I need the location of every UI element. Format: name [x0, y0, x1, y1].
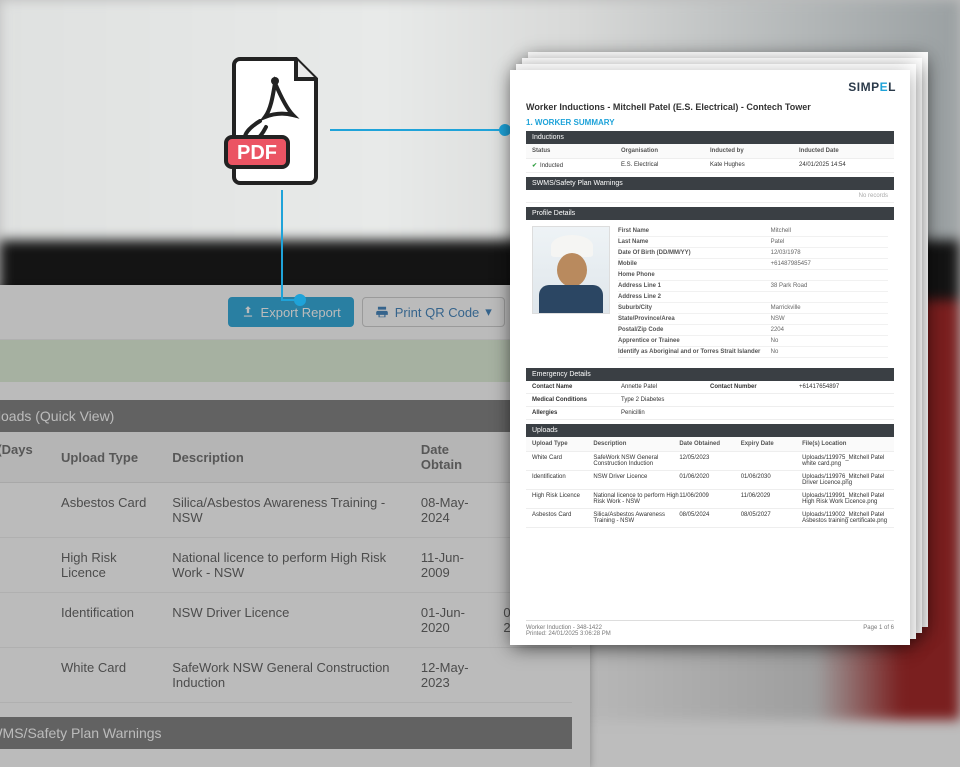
- swms-panel-header: SWMS/Safety Plan Warnings: [0, 717, 572, 749]
- inductions-header: StatusOrganisationInducted byInducted Da…: [526, 144, 894, 159]
- emergency-bar: Emergency Details: [526, 368, 894, 381]
- inductions-row: ✔Inducted E.S. ElectricalKate Hughes24/0…: [526, 159, 894, 173]
- export-icon: [241, 305, 255, 319]
- simpel-logo: SIMPEL: [848, 80, 896, 94]
- profile-list: First NameMitchell Last NamePatel Date O…: [618, 226, 888, 358]
- swms-panel-title: SWMS/Safety Plan Warnings: [0, 725, 162, 741]
- report-page: SIMPEL Worker Inductions - Mitchell Pate…: [510, 70, 910, 645]
- table-row[interactable]: 1954IdentificationNSW Driver Licence01-J…: [0, 593, 572, 648]
- uploads-panel-header: Uploads (Quick View): [0, 400, 572, 432]
- table-row[interactable]: White CardSafeWork NSW General Construct…: [0, 648, 572, 703]
- inductions-bar: Inductions: [526, 131, 894, 144]
- col-desc: Description: [164, 432, 413, 483]
- uploads-row: High Risk LicenceNational licence to per…: [526, 490, 894, 509]
- section-worker-summary: 1. WORKER SUMMARY: [526, 118, 894, 127]
- report-preview-stack: SIMPEL Worker Inductions - Mitchell Pate…: [510, 70, 910, 645]
- uploads-table: Status (Days Due) Upload Type Descriptio…: [0, 432, 572, 703]
- emergency-row: Medical ConditionsType 2 Diabetes: [526, 394, 894, 407]
- uploads-header: Upload TypeDescriptionDate ObtainedExpir…: [526, 437, 894, 452]
- swms-bar: SWMS/Safety Plan Warnings: [526, 177, 894, 190]
- uploads-row: IdentificationNSW Driver Licence01/06/20…: [526, 471, 894, 490]
- report-footer: Worker Induction - 348-1422 Printed: 24/…: [526, 620, 894, 637]
- uploads-row: Asbestos CardSilica/Asbestos Awareness T…: [526, 509, 894, 528]
- col-status: Status (Days Due): [0, 432, 53, 483]
- emergency-row: AllergiesPenicillin: [526, 407, 894, 420]
- swms-empty: No records: [526, 190, 894, 203]
- table-row[interactable]: 1599High Risk LicenceNational licence to…: [0, 538, 572, 593]
- uploads-panel-title: Uploads (Quick View): [0, 408, 114, 424]
- emergency-row: Contact NameAnnette PatelContact Number+…: [526, 381, 894, 394]
- connector-lines: [270, 120, 530, 320]
- check-icon: ✔: [532, 163, 537, 169]
- table-row[interactable]: 834Asbestos CardSilica/Asbestos Awarenes…: [0, 483, 572, 538]
- profile-bar: Profile Details: [526, 207, 894, 220]
- worker-photo: [532, 226, 610, 314]
- app-window: Export Report Print QR Code ▾ Sc by Andy…: [0, 285, 590, 767]
- uploads-row: White CardSafeWork NSW General Construct…: [526, 452, 894, 471]
- report-title: Worker Inductions - Mitchell Patel (E.S.…: [526, 102, 894, 112]
- uploads-bar: Uploads: [526, 424, 894, 437]
- col-date: Date Obtain: [413, 432, 496, 483]
- uploads-panel: Uploads (Quick View) Status (Days Due) U…: [0, 400, 572, 749]
- col-type: Upload Type: [53, 432, 164, 483]
- alert-banner: by Andy Smith. eForm: Worker Induction S…: [0, 340, 590, 382]
